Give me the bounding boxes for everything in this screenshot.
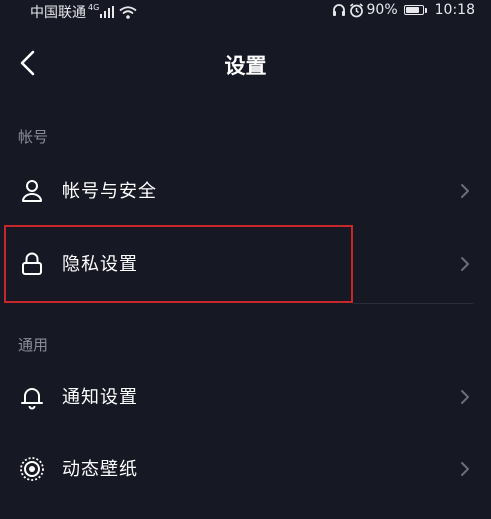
clock-time: 10:18: [434, 2, 475, 18]
settings-row-account-security[interactable]: 帐号与安全: [0, 163, 491, 219]
user-icon: [22, 180, 42, 202]
alarm-icon: [349, 2, 363, 17]
network-type: 4G: [88, 2, 100, 12]
status-left: 中国联通 4G: [30, 2, 137, 22]
battery-icon: [403, 5, 427, 15]
battery-percent: 90%: [366, 2, 398, 18]
nav-bar: 设置: [0, 38, 491, 90]
section-label-general: 通用: [18, 336, 49, 354]
bell-icon: [21, 388, 43, 410]
wallpaper-icon: [20, 457, 44, 481]
settings-row-label: 动态壁纸: [62, 459, 138, 480]
headphone-icon: [332, 4, 345, 16]
signal-icon: [100, 6, 115, 18]
row-divider: [353, 303, 473, 304]
chevron-right-icon: [461, 184, 469, 198]
settings-row-label: 通知设置: [62, 387, 138, 408]
status-right: 90% 10:18: [332, 2, 475, 18]
highlight-box: [4, 225, 353, 303]
carrier-name: 中国联通: [30, 5, 86, 21]
page-title: 设置: [224, 54, 267, 78]
settings-row-label: 帐号与安全: [62, 181, 157, 202]
status-bar: 中国联通 4G 90% 10:18: [0, 0, 491, 22]
chevron-right-icon: [461, 390, 469, 404]
settings-row-notifications[interactable]: 通知设置: [0, 369, 491, 425]
wifi-icon: [119, 5, 137, 19]
chevron-right-icon: [461, 257, 469, 271]
section-label-account: 帐号: [18, 128, 49, 146]
chevron-right-icon: [461, 462, 469, 476]
settings-row-wallpaper[interactable]: 动态壁纸: [0, 441, 491, 497]
